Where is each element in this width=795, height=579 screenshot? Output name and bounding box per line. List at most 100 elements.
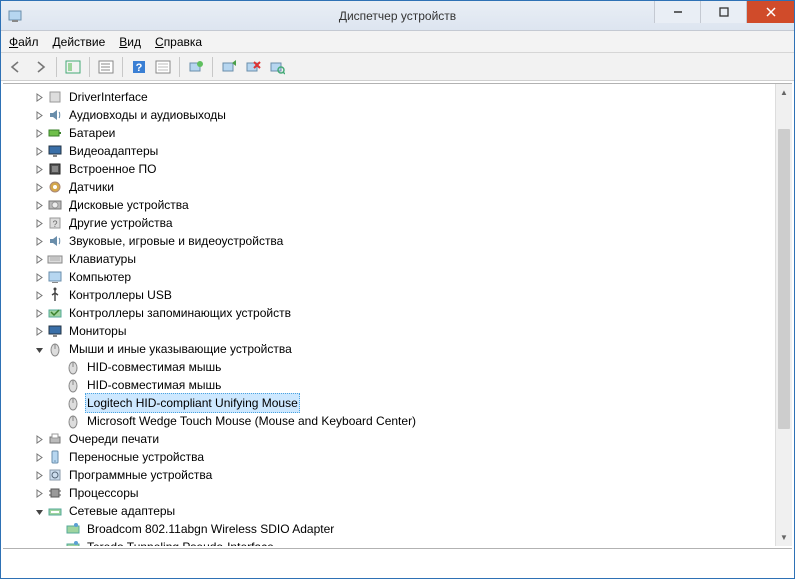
properties-button[interactable] xyxy=(95,56,117,78)
expand-icon[interactable] xyxy=(33,273,45,282)
tree-item[interactable]: Клавиатуры xyxy=(3,250,775,268)
expand-icon[interactable] xyxy=(33,489,45,498)
keyboard-icon xyxy=(47,251,63,267)
tree-item-label: Teredo Tunneling Pseudo-Interface xyxy=(85,538,276,546)
show-hide-console-button[interactable] xyxy=(62,56,84,78)
tree-item[interactable]: Logitech HID-compliant Unifying Mouse xyxy=(3,394,775,412)
generic-icon xyxy=(47,89,63,105)
tree-item[interactable]: Контроллеры USB xyxy=(3,286,775,304)
audio-icon xyxy=(47,107,63,123)
tree-item-label: Другие устройства xyxy=(67,214,175,232)
tree-item[interactable]: HID-совместимая мышь xyxy=(3,376,775,394)
mouse-icon xyxy=(65,413,81,429)
expand-icon[interactable] xyxy=(33,129,45,138)
tree-item[interactable]: Аудиовходы и аудиовыходы xyxy=(3,106,775,124)
expand-icon[interactable] xyxy=(33,453,45,462)
enable-button[interactable] xyxy=(218,56,240,78)
sensor-icon xyxy=(47,179,63,195)
uninstall-button[interactable] xyxy=(242,56,264,78)
tree-item-label: Встроенное ПО xyxy=(67,160,158,178)
expand-icon[interactable] xyxy=(33,147,45,156)
expand-icon[interactable] xyxy=(33,435,45,444)
tree-item[interactable]: Дисковые устройства xyxy=(3,196,775,214)
menu-view[interactable]: Вид xyxy=(119,35,141,49)
expand-icon[interactable] xyxy=(33,291,45,300)
menu-file[interactable]: Файл xyxy=(9,35,39,49)
device-tree[interactable]: DriverInterfaceАудиовходы и аудиовыходыБ… xyxy=(3,84,775,546)
tree-item-label: Переносные устройства xyxy=(67,448,206,466)
tree-item[interactable]: Очереди печати xyxy=(3,430,775,448)
tree-item[interactable]: Процессоры xyxy=(3,484,775,502)
disk-icon xyxy=(47,197,63,213)
expand-icon[interactable] xyxy=(33,309,45,318)
tree-item[interactable]: Видеоадаптеры xyxy=(3,142,775,160)
tree-item[interactable]: Переносные устройства xyxy=(3,448,775,466)
scrollbar-down-icon[interactable]: ▼ xyxy=(776,529,792,546)
menu-action[interactable]: Действие xyxy=(53,35,106,49)
separator xyxy=(56,57,57,77)
expand-icon[interactable] xyxy=(33,183,45,192)
collapse-icon[interactable] xyxy=(33,507,45,516)
menu-help[interactable]: Справка xyxy=(155,35,202,49)
expand-icon[interactable] xyxy=(33,165,45,174)
action-button[interactable] xyxy=(152,56,174,78)
tree-item[interactable]: Microsoft Wedge Touch Mouse (Mouse and K… xyxy=(3,412,775,430)
minimize-button[interactable] xyxy=(654,1,700,23)
expand-icon[interactable] xyxy=(33,219,45,228)
tree-item-label: Клавиатуры xyxy=(67,250,138,268)
scrollbar-up-icon[interactable]: ▲ xyxy=(776,84,792,101)
separator xyxy=(122,57,123,77)
tree-item-label: Logitech HID-compliant Unifying Mouse xyxy=(85,393,300,413)
expand-icon[interactable] xyxy=(33,237,45,246)
tree-item[interactable]: Звуковые, игровые и видеоустройства xyxy=(3,232,775,250)
tree-item[interactable]: Broadcom 802.11abgn Wireless SDIO Adapte… xyxy=(3,520,775,538)
close-button[interactable] xyxy=(746,1,794,23)
netcard-icon xyxy=(65,521,81,537)
tree-item[interactable]: Батареи xyxy=(3,124,775,142)
tree-item[interactable]: Встроенное ПО xyxy=(3,160,775,178)
tree-item[interactable]: Мыши и иные указывающие устройства xyxy=(3,340,775,358)
expand-icon[interactable] xyxy=(33,93,45,102)
tree-item[interactable]: Программные устройства xyxy=(3,466,775,484)
tree-item[interactable]: Сетевые адаптеры xyxy=(3,502,775,520)
expand-icon[interactable] xyxy=(33,111,45,120)
software-icon xyxy=(47,467,63,483)
collapse-icon[interactable] xyxy=(33,345,45,354)
tree-item[interactable]: Мониторы xyxy=(3,322,775,340)
expand-icon[interactable] xyxy=(33,471,45,480)
tree-item[interactable]: Teredo Tunneling Pseudo-Interface xyxy=(3,538,775,546)
update-driver-button[interactable] xyxy=(185,56,207,78)
scan-hardware-button[interactable] xyxy=(266,56,288,78)
tree-item[interactable]: Датчики xyxy=(3,178,775,196)
forward-button[interactable] xyxy=(29,56,51,78)
tree-item[interactable]: HID-совместимая мышь xyxy=(3,358,775,376)
tree-item[interactable]: Компьютер xyxy=(3,268,775,286)
expand-icon[interactable] xyxy=(33,255,45,264)
tree-item-label: Батареи xyxy=(67,124,117,142)
tree-item[interactable]: ?Другие устройства xyxy=(3,214,775,232)
tree-item-label: Аудиовходы и аудиовыходы xyxy=(67,106,228,124)
network-icon xyxy=(47,503,63,519)
tree-item-label: Контроллеры USB xyxy=(67,286,174,304)
menubar: Файл Действие Вид Справка xyxy=(1,31,794,53)
back-button[interactable] xyxy=(5,56,27,78)
tree-item-label: Программные устройства xyxy=(67,466,214,484)
battery-icon xyxy=(47,125,63,141)
expand-icon[interactable] xyxy=(33,327,45,336)
expand-icon[interactable] xyxy=(33,201,45,210)
svg-text:?: ? xyxy=(136,62,143,74)
firmware-icon xyxy=(47,161,63,177)
window-controls xyxy=(654,1,794,30)
scrollbar-thumb[interactable] xyxy=(778,129,790,429)
vertical-scrollbar[interactable]: ▲ ▼ xyxy=(775,84,792,546)
tree-item[interactable]: DriverInterface xyxy=(3,88,775,106)
printer-icon xyxy=(47,431,63,447)
tree-item-label: Сетевые адаптеры xyxy=(67,502,177,520)
maximize-button[interactable] xyxy=(700,1,746,23)
separator xyxy=(212,57,213,77)
other-icon: ? xyxy=(47,215,63,231)
mouse-icon xyxy=(47,341,63,357)
tree-item[interactable]: Контроллеры запоминающих устройств xyxy=(3,304,775,322)
netcard-icon xyxy=(65,539,81,546)
help-button[interactable]: ? xyxy=(128,56,150,78)
